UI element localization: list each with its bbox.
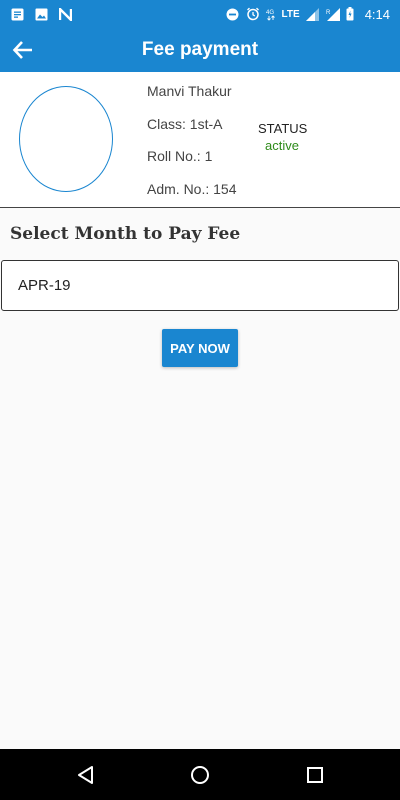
lte-label: LTE: [281, 8, 300, 20]
student-profile-card: Manvi Thakur Class: 1st-A Roll No.: 1 Ad…: [0, 72, 400, 208]
student-class: Class: 1st-A: [147, 115, 223, 132]
home-circle-icon: [191, 766, 209, 784]
alarm-icon: [246, 7, 260, 21]
student-info: Manvi Thakur Class: 1st-A Roll No.: 1 Ad…: [147, 82, 237, 212]
roaming-signal-icon: R: [326, 7, 340, 21]
section-title: Select Month to Pay Fee: [10, 224, 241, 244]
battery-icon: [346, 7, 355, 21]
status-value: active: [265, 138, 299, 153]
system-nav-bar: [0, 749, 400, 800]
svg-text:R: R: [326, 10, 331, 16]
do-not-disturb-icon: [226, 7, 240, 21]
nav-back-button[interactable]: [74, 763, 98, 787]
n-icon: [58, 7, 72, 21]
clock: 4:14: [364, 6, 390, 22]
month-select-value: APR-19: [18, 277, 71, 294]
back-triangle-icon: [78, 766, 93, 784]
status-block: STATUS active: [258, 121, 308, 153]
student-adm: Adm. No.: 154: [147, 180, 237, 197]
notification-icon: [10, 7, 24, 21]
avatar: [19, 86, 113, 192]
student-roll: Roll No.: 1: [147, 148, 213, 164]
svg-text:4G: 4G: [266, 10, 274, 16]
pay-now-button[interactable]: PAY NOW: [162, 329, 238, 367]
nav-home-button[interactable]: [188, 763, 212, 787]
status-bar: 4G LTE R 4:14: [0, 0, 400, 28]
status-label: STATUS: [258, 121, 308, 136]
signal-icon: [306, 7, 320, 21]
image-icon: [34, 7, 48, 21]
month-select[interactable]: APR-19: [1, 260, 399, 311]
student-name: Manvi Thakur: [147, 83, 232, 99]
recents-square-icon: [307, 767, 323, 783]
app-bar: Fee payment: [0, 28, 400, 72]
4g-icon: 4G: [266, 7, 276, 21]
page-title: Fee payment: [141, 39, 259, 60]
nav-recents-button[interactable]: [303, 763, 327, 787]
